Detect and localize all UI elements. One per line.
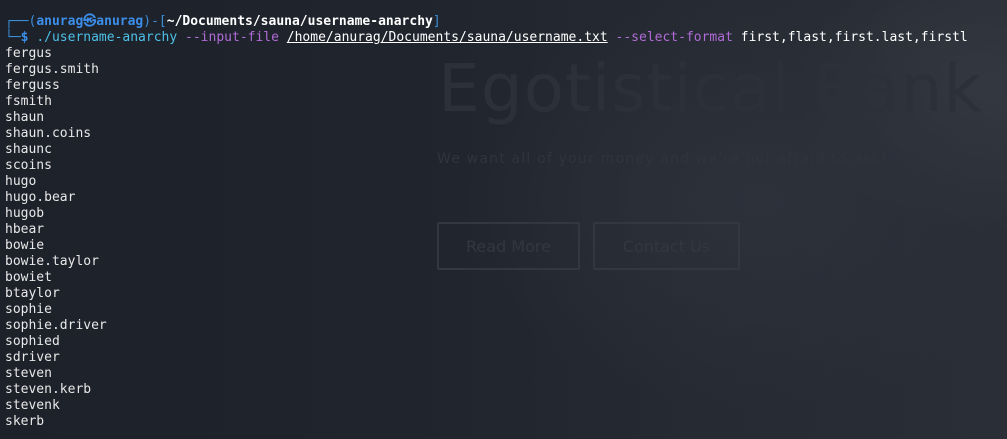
output-line: fsmith: [5, 94, 52, 109]
output-line: scoins: [5, 158, 52, 173]
command-format-value: first,flast,first.last,firstl: [740, 30, 968, 45]
output-line: fergus: [5, 46, 52, 61]
output-line: hugo.bear: [5, 190, 76, 205]
prompt-at-symbol: ㉿: [83, 14, 97, 29]
output-line: shaun.coins: [5, 126, 92, 141]
output-line: sophied: [5, 334, 60, 349]
command-flag-select-format: --select-format: [615, 30, 733, 45]
output-line: bowie.taylor: [5, 254, 99, 269]
prompt-frame-bottom: └─: [5, 30, 21, 45]
prompt-line: ┌──(anurag㉿anurag)-[~/Documents/sauna/us…: [5, 14, 441, 30]
command-output: fergus fergus.smith ferguss fsmith shaun shau…: [5, 46, 107, 430]
output-line: stevenk: [5, 398, 60, 413]
output-line: hbear: [5, 222, 45, 237]
output-line: steven: [5, 366, 52, 381]
command-input-path-link[interactable]: /home/anurag/Documents/sauna/username.tx…: [287, 30, 608, 45]
prompt-host: anurag: [96, 14, 144, 29]
output-line: hugob: [5, 206, 45, 221]
output-line: btaylor: [5, 286, 60, 301]
output-line: bowie: [5, 238, 45, 253]
command-line[interactable]: └─$ ./username-anarchy --input-file /hom…: [5, 30, 968, 46]
prompt-frame-end: ]: [432, 14, 441, 29]
output-line: skerb: [5, 414, 45, 429]
command-flag-input-file: --input-file: [185, 30, 279, 45]
prompt-frame-top: ┌──(: [5, 14, 37, 29]
output-line: shaunc: [5, 142, 52, 157]
prompt-frame-mid: )-[: [143, 14, 167, 29]
output-line: fergus.smith: [5, 62, 99, 77]
output-line: sophie: [5, 302, 52, 317]
terminal-window[interactable]: ┌──(anurag㉿anurag)-[~/Documents/sauna/us…: [0, 0, 1007, 439]
prompt-user: anurag: [36, 14, 84, 29]
prompt-path: ~/Documents/sauna/username-anarchy: [166, 14, 433, 29]
output-line: sdriver: [5, 350, 60, 365]
output-line: bowiet: [5, 270, 52, 285]
prompt-dollar: $: [20, 30, 29, 45]
output-line: sophie.driver: [5, 318, 107, 333]
output-line: shaun: [5, 110, 45, 125]
output-line: ferguss: [5, 78, 60, 93]
output-line: hugo: [5, 174, 37, 189]
command-executable: ./username-anarchy: [36, 30, 178, 45]
output-line: steven.kerb: [5, 382, 92, 397]
